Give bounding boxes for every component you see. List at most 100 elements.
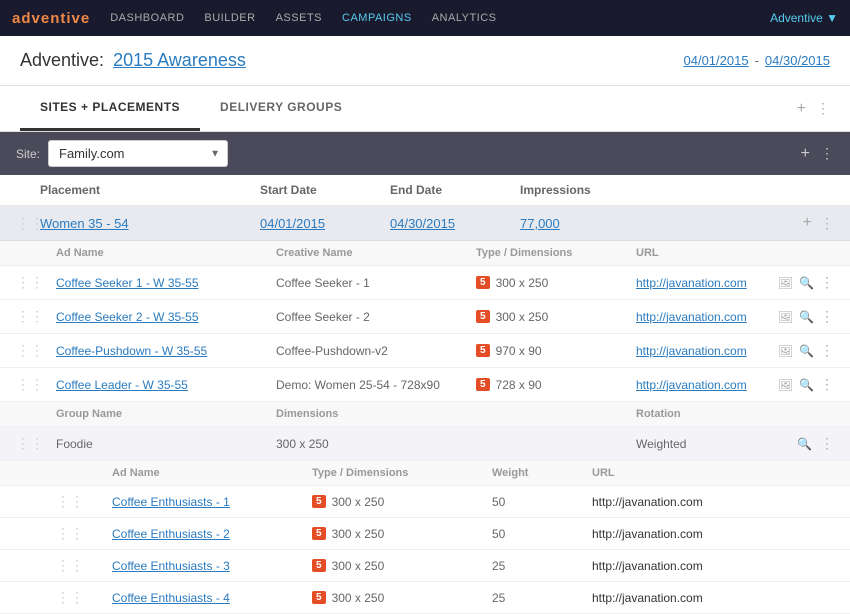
- site-bar-actions: + ⋮: [801, 145, 834, 163]
- more-icon-1[interactable]: ⋮: [820, 308, 834, 325]
- nested-adname-2[interactable]: Coffee Enthusiasts - 3: [112, 559, 312, 573]
- more-icon-0[interactable]: ⋮: [820, 274, 834, 291]
- tab-sites-placements[interactable]: SITES + PLACEMENTS: [20, 86, 200, 131]
- search-icon-2[interactable]: 🔍: [799, 344, 814, 358]
- ad-row: ⋮⋮ Coffee Leader - W 35-55 Demo: Women 2…: [0, 368, 850, 402]
- placement-end[interactable]: 04/30/2015: [390, 216, 520, 231]
- ad-drag-2: ⋮⋮: [16, 342, 56, 359]
- site-bar: Site: Family.com Site 2 + ⋮: [0, 132, 850, 175]
- col-start: Start Date: [260, 183, 390, 197]
- nav-campaigns[interactable]: CAMPAIGNS: [342, 12, 412, 24]
- ad-url-row-0: http://javanation.com 🖼 🔍 ⋮: [636, 274, 834, 291]
- nav-left: adventive DASHBOARD BUILDER ASSETS CAMPA…: [12, 10, 497, 27]
- add-site-button[interactable]: +: [801, 145, 810, 163]
- preview-icon-1[interactable]: 🖼: [778, 310, 793, 324]
- placement-more-button[interactable]: ⋮: [820, 215, 834, 232]
- nested-weight-3: 25: [492, 591, 592, 605]
- drag-icon: ⋮⋮: [56, 557, 84, 573]
- sub-col-drag: [16, 247, 56, 259]
- more-icon-3[interactable]: ⋮: [820, 376, 834, 393]
- html5-icon: 5: [312, 591, 326, 604]
- nav-analytics[interactable]: ANALYTICS: [432, 12, 497, 24]
- tab-actions: + ⋮: [797, 100, 830, 118]
- ad-creative-2: Coffee-Pushdown-v2: [276, 344, 476, 358]
- nested-col-adname: Ad Name: [112, 467, 312, 479]
- nested-url-3[interactable]: http://javanation.com: [592, 591, 834, 605]
- ad-url-2[interactable]: http://javanation.com: [636, 344, 747, 358]
- nested-url-1[interactable]: http://javanation.com: [592, 527, 834, 541]
- ad-dimensions-2: 970 x 90: [496, 344, 542, 358]
- ad-drag-1: ⋮⋮: [16, 308, 56, 325]
- add-placement-button[interactable]: +: [803, 214, 812, 232]
- sub-col-creative: Creative Name: [276, 247, 476, 259]
- ad-row: ⋮⋮ Coffee Seeker 2 - W 35-55 Coffee Seek…: [0, 300, 850, 334]
- ad-dim-1: 5 300 x 250: [476, 310, 636, 324]
- ad-dim-3: 5 728 x 90: [476, 378, 636, 392]
- nested-adname-0[interactable]: Coffee Enthusiasts - 1: [112, 495, 312, 509]
- ad-name-1[interactable]: Coffee Seeker 2 - W 35-55: [56, 310, 276, 324]
- ad-name-3[interactable]: Coffee Leader - W 35-55: [56, 378, 276, 392]
- date-start[interactable]: 04/01/2015: [684, 53, 749, 68]
- ad-url-row-2: http://javanation.com 🖼 🔍 ⋮: [636, 342, 834, 359]
- search-icon-3[interactable]: 🔍: [799, 378, 814, 392]
- drag-icon: ⋮⋮: [16, 376, 44, 392]
- date-range: 04/01/2015 - 04/30/2015: [684, 53, 831, 68]
- campaign-link[interactable]: 2015 Awareness: [113, 50, 246, 70]
- nested-ad-row: ⋮⋮ Coffee Enthusiasts - 1 5 300 x 250 50…: [0, 486, 850, 518]
- grp-col-dim: Dimensions: [276, 408, 476, 420]
- group-actions: 🔍 ⋮: [797, 435, 834, 452]
- tab-more-button[interactable]: ⋮: [816, 100, 830, 117]
- date-end[interactable]: 04/30/2015: [765, 53, 830, 68]
- ad-creative-3: Demo: Women 25-54 - 728x90: [276, 378, 476, 392]
- ad-url-0[interactable]: http://javanation.com: [636, 276, 747, 290]
- preview-icon-2[interactable]: 🖼: [778, 344, 793, 358]
- site-label: Site:: [16, 147, 40, 161]
- ad-url-3[interactable]: http://javanation.com: [636, 378, 747, 392]
- nested-sub-headers: Ad Name Type / Dimensions Weight URL: [0, 461, 850, 486]
- nested-adname-1[interactable]: Coffee Enthusiasts - 2: [112, 527, 312, 541]
- add-tab-button[interactable]: +: [797, 100, 806, 118]
- drag-icon: ⋮⋮: [16, 274, 44, 290]
- nested-url-2[interactable]: http://javanation.com: [592, 559, 834, 573]
- site-dropdown[interactable]: Family.com Site 2: [48, 140, 228, 167]
- top-nav: adventive DASHBOARD BUILDER ASSETS CAMPA…: [0, 0, 850, 36]
- more-icon-2[interactable]: ⋮: [820, 342, 834, 359]
- site-dropdown-wrap: Family.com Site 2: [48, 140, 228, 167]
- nested-adname-3[interactable]: Coffee Enthusiasts - 4: [112, 591, 312, 605]
- nested-ad-row: ⋮⋮ Coffee Enthusiasts - 3 5 300 x 250 25…: [0, 550, 850, 582]
- group-search-icon[interactable]: 🔍: [797, 437, 812, 451]
- nested-dim-3: 5 300 x 250: [312, 591, 492, 605]
- placement-name[interactable]: Women 35 - 54: [40, 216, 260, 231]
- nested-drag-1: ⋮⋮: [56, 525, 112, 542]
- nested-col-weight: Weight: [492, 467, 592, 479]
- ad-drag-3: ⋮⋮: [16, 376, 56, 393]
- nested-url-0[interactable]: http://javanation.com: [592, 495, 834, 509]
- ad-name-2[interactable]: Coffee-Pushdown - W 35-55: [56, 344, 276, 358]
- col-drag: [16, 183, 40, 197]
- preview-icon-3[interactable]: 🖼: [778, 378, 793, 392]
- grp-col-name: Group Name: [56, 408, 276, 420]
- search-icon-0[interactable]: 🔍: [799, 276, 814, 290]
- nested-dimensions-1: 300 x 250: [332, 527, 385, 541]
- nested-drag-0: ⋮⋮: [56, 493, 112, 510]
- nested-dim-1: 5 300 x 250: [312, 527, 492, 541]
- ad-actions-3: 🖼 🔍 ⋮: [778, 376, 834, 393]
- group-more-icon[interactable]: ⋮: [820, 435, 834, 452]
- preview-icon-0[interactable]: 🖼: [778, 276, 793, 290]
- ad-name-0[interactable]: Coffee Seeker 1 - W 35-55: [56, 276, 276, 290]
- nav-dashboard[interactable]: DASHBOARD: [110, 12, 184, 24]
- col-placement: Placement: [40, 183, 260, 197]
- tab-delivery-groups[interactable]: DELIVERY GROUPS: [200, 86, 362, 131]
- nested-dimensions-3: 300 x 250: [332, 591, 385, 605]
- user-menu[interactable]: Adventive ▼: [770, 11, 838, 25]
- placement-start[interactable]: 04/01/2015: [260, 216, 390, 231]
- nav-assets[interactable]: ASSETS: [276, 12, 322, 24]
- ad-url-1[interactable]: http://javanation.com: [636, 310, 747, 324]
- site-more-button[interactable]: ⋮: [820, 145, 834, 162]
- search-icon-1[interactable]: 🔍: [799, 310, 814, 324]
- html5-icon: 5: [476, 276, 490, 289]
- tabs-bar: SITES + PLACEMENTS DELIVERY GROUPS + ⋮: [0, 86, 850, 132]
- drag-icon: ⋮⋮: [16, 435, 44, 451]
- group-rotation: Weighted: [636, 437, 686, 451]
- nav-builder[interactable]: BUILDER: [204, 12, 255, 24]
